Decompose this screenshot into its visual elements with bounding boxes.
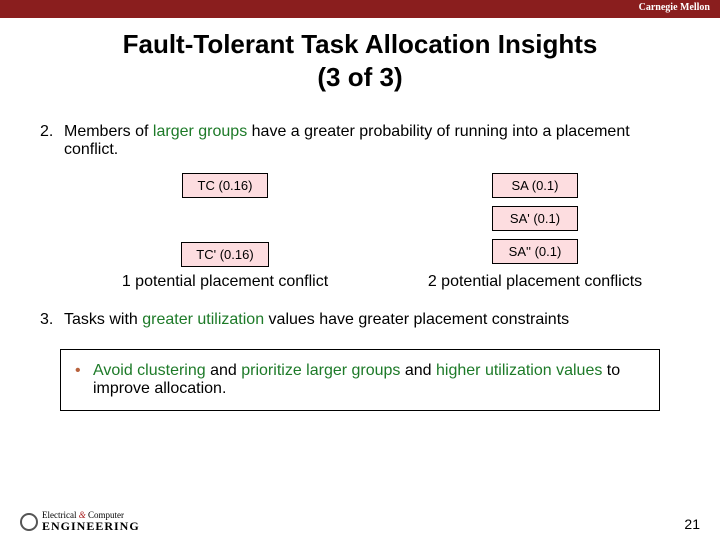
figure-left: TC (0.16) TC' (0.16): [80, 173, 370, 267]
conclusion-text: Avoid clustering and prioritize larger g…: [93, 362, 645, 398]
logo-text: Electrical & Computer ENGINEERING: [42, 511, 140, 532]
brand-bar: Carnegie Mellon: [0, 0, 720, 18]
figure-row: TC (0.16) TC' (0.16) SA (0.1) SA' (0.1) …: [80, 173, 680, 267]
dept-logo: Electrical & Computer ENGINEERING: [20, 511, 140, 532]
point-2: 2. Members of larger groups have a great…: [40, 123, 680, 159]
slide-body: 2. Members of larger groups have a great…: [0, 93, 720, 411]
c-c: prioritize larger groups: [241, 362, 400, 379]
bullet-dot-icon: •: [75, 362, 93, 398]
c-d: and: [400, 362, 436, 379]
p3-post: values have greater placement constraint…: [264, 311, 569, 328]
box-sa-prime2: SA'' (0.1): [492, 239, 578, 264]
conclusion-bullet: • Avoid clustering and prioritize larger…: [75, 362, 645, 398]
title-line-1: Fault-Tolerant Task Allocation Insights: [123, 29, 598, 59]
p2-pre: Members of: [64, 123, 153, 140]
footer: Electrical & Computer ENGINEERING 21: [20, 511, 700, 532]
caption-row: 1 potential placement conflict 2 potenti…: [80, 273, 680, 291]
logo-line2: ENGINEERING: [42, 519, 140, 533]
caption-right: 2 potential placement conflicts: [390, 273, 680, 291]
box-tc: TC (0.16): [182, 173, 268, 198]
point-3: 3. Tasks with greater utilization values…: [40, 311, 680, 329]
title-line-2: (3 of 3): [317, 62, 402, 92]
box-tc-prime: TC' (0.16): [181, 242, 268, 267]
p3-pre: Tasks with: [64, 311, 142, 328]
c-e: higher utilization values: [436, 362, 602, 379]
box-sa: SA (0.1): [492, 173, 578, 198]
point-2-text: Members of larger groups have a greater …: [64, 123, 680, 159]
point-3-number: 3.: [40, 311, 64, 329]
caption-left: 1 potential placement conflict: [80, 273, 370, 291]
slide-title: Fault-Tolerant Task Allocation Insights …: [0, 28, 720, 93]
page-number: 21: [684, 516, 700, 532]
box-sa-prime: SA' (0.1): [492, 206, 578, 231]
point-2-number: 2.: [40, 123, 64, 159]
p3-highlight: greater utilization: [142, 311, 264, 328]
brand-text: Carnegie Mellon: [639, 2, 710, 13]
p2-highlight: larger groups: [153, 123, 247, 140]
figure-right: SA (0.1) SA' (0.1) SA'' (0.1): [390, 173, 680, 267]
c-b: and: [206, 362, 242, 379]
point-3-text: Tasks with greater utilization values ha…: [64, 311, 680, 329]
logo-icon: [20, 513, 38, 531]
conclusion-box: • Avoid clustering and prioritize larger…: [60, 349, 660, 411]
c-a: Avoid clustering: [93, 362, 206, 379]
